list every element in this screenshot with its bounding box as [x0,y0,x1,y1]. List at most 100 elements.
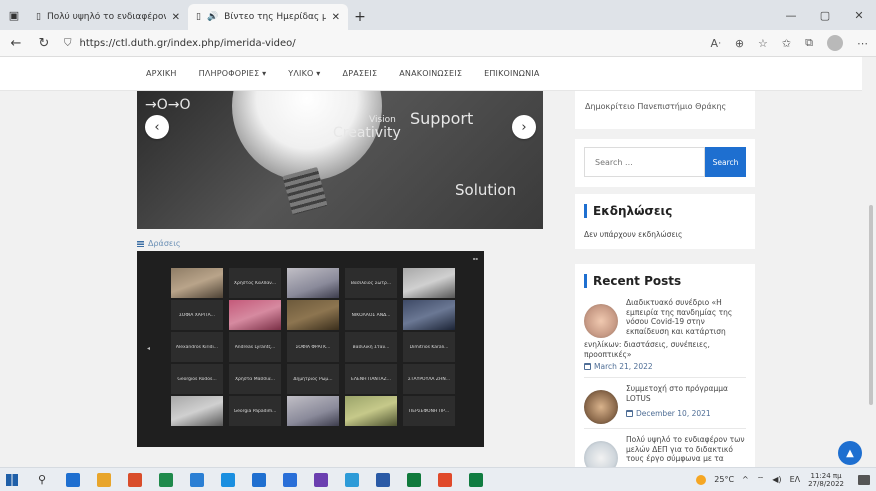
taskbar-app-icon[interactable] [190,472,205,487]
favorites-icon[interactable]: ✩ [782,37,791,50]
tray-overflow-icon[interactable]: ^ [742,475,749,484]
sidebar-search-box: Search [575,129,755,187]
participant-tile: ΠΕΡΣΕΦΟΝΗ ΠΡ... [403,396,455,426]
taskbar-app-icon[interactable] [283,472,298,487]
tab-actions-icon[interactable]: ▣ [0,0,28,30]
browser-tabbar: ▣ ▯ Πολύ υψηλό το ενδιαφέρον τω ✕ ▯ 🔊 Βί… [0,0,876,30]
taskbar-app-icon[interactable] [159,472,174,487]
participant-tile: Georgios Rodos... [171,364,223,394]
list-item[interactable]: Διαδικτυακό συνέδριο «Η εμπειρία της παν… [584,298,746,338]
nav-item-actions[interactable]: ΔΡΑΣΕΙΣ [343,69,378,78]
nav-item-home[interactable]: ΑΡΧΙΚΗ [146,69,177,78]
post-date: December 10, 2021 [626,409,746,418]
maximize-icon[interactable]: ▢ [808,9,842,22]
post-thumbnail[interactable] [584,304,618,338]
weather-icon[interactable] [696,474,707,485]
participant-name: Dimitrios Karali... [409,345,449,350]
notifications-icon[interactable] [858,474,870,485]
nav-item-material[interactable]: ΥΛΙΚΟ ▾ [288,69,320,78]
lock-icon[interactable]: ⛉ [64,38,72,49]
back-icon[interactable]: ← [8,36,24,51]
taskbar-app-icon[interactable] [252,472,267,487]
close-window-icon[interactable]: ✕ [842,9,876,22]
participant-name: ΠΕΡΣΕΦΟΝΗ ΠΡ... [408,409,450,414]
taskbar-app-icon[interactable] [221,472,236,487]
participant-name: Βασίλειος Σωτρ... [350,281,392,286]
video-player[interactable]: ▪▪ ◂ Χρήστος Καλπαν... Βασίλειος Σωτρ... Σ… [137,251,484,447]
participant-tile: Χρήστος Καλπαν... [229,268,281,298]
url-field[interactable]: ⛉ https://ctl.duth.gr/index.php/imerida-… [64,38,698,49]
volume-icon[interactable]: ◀) [772,475,781,484]
zoom-icon[interactable]: ⊕ [735,37,744,50]
list-item[interactable]: Συμμετοχή στο πρόγραμμα LOTUS December 1… [584,384,746,424]
start-icon[interactable] [6,473,18,486]
speaker-icon[interactable]: 🔊 [207,12,218,22]
taskbar-app-icon[interactable] [345,472,360,487]
more-icon[interactable]: ⋯ [857,37,868,50]
clock-date: 27/8/2022 [808,479,844,488]
list-item[interactable]: Πολύ υψηλό το ενδιαφέρον των μελών ΔΕΠ γ… [584,435,746,467]
favorite-add-icon[interactable]: ☆ [758,37,768,50]
clock[interactable]: 11:24 πμ 27/8/2022 [808,472,844,488]
network-icon[interactable]: ⌔ [757,475,765,485]
participant-tile: Dimitrios Karali... [403,332,455,362]
tab-title: Βίντεο της Ημερίδας με θέ [224,12,326,22]
post-thumbnail[interactable] [584,390,618,424]
participant-tile [171,268,223,298]
slider-prev-button[interactable]: ‹ [145,115,169,139]
address-bar: ← ↻ ⛉ https://ctl.duth.gr/index.php/imer… [0,30,876,57]
taskbar-app-icon[interactable] [407,472,422,487]
participant-name: ΣΤΑΥΡΟΥΛΑ ΖΗΝ... [407,377,451,382]
taskbar-app-icon[interactable] [376,472,391,487]
page-scrollbar[interactable] [866,57,876,467]
post-title-link[interactable]: Διαδικτυακό συνέδριο «Η εμπειρία της παν… [626,298,746,338]
divider [584,377,746,378]
university-name: Δημοκρίτειο Πανεπιστήμιο Θράκης [585,102,727,111]
slider-doodle: →O→O [145,97,191,113]
taskbar-apps [66,472,500,487]
participant-name: ΣΟΦΙΑ ΦΡΑΓΚ... [295,345,331,350]
divider [584,428,746,429]
post-title-link[interactable]: ενηλίκων: διαστάσεις, συνέπειες, προοπτι… [584,340,746,359]
close-tab-icon[interactable]: ✕ [172,12,180,23]
nav-item-contact[interactable]: ΕΠΙΚΟΙΝΩΝΙΑ [484,69,539,78]
close-tab-icon[interactable]: ✕ [332,12,340,23]
weather-text[interactable]: 25°C [714,475,734,484]
read-aloud-icon[interactable]: Aᐧ [710,37,720,50]
language-indicator[interactable]: ΕΛ [790,475,801,484]
browser-tab-2[interactable]: ▯ 🔊 Βίντεο της Ημερίδας με θέ ✕ [188,4,348,30]
post-title-link[interactable]: Συμμετοχή στο πρόγραμμα LOTUS [626,384,746,403]
slider-next-button[interactable]: › [512,115,536,139]
participant-name: Georgia Papadim... [233,409,277,414]
taskbar-app-icon[interactable] [314,472,329,487]
reload-icon[interactable]: ↻ [36,36,52,51]
participant-name: ΕΛΕΝΗ ΠΑΝΤΑΖ... [351,377,391,382]
minimize-icon[interactable]: — [774,9,808,22]
post-date: March 21, 2022 [584,362,746,371]
system-tray: 25°C ^ ⌔ ◀) ΕΛ 11:24 πμ 27/8/2022 [696,472,870,488]
participant-tile: Andreas Lyrantζ... [229,332,281,362]
browser-tab-1[interactable]: ▯ Πολύ υψηλό το ενδιαφέρον τω ✕ [28,4,188,30]
video-nav-icon[interactable]: ◂ [147,345,150,352]
new-tab-button[interactable]: + [348,4,372,30]
post-thumbnail[interactable] [584,441,618,467]
scroll-to-top-button[interactable]: ▲ [838,441,862,465]
search-icon[interactable]: ⚲ [38,473,46,486]
profile-avatar[interactable] [827,35,843,51]
taskbar-app-icon[interactable] [438,472,453,487]
participant-tile: Χρήστα Μάσσια... [229,364,281,394]
taskbar-app-icon[interactable] [66,472,81,487]
taskbar-app-icon[interactable] [97,472,112,487]
search-input[interactable] [584,147,705,177]
taskbar-app-icon[interactable] [469,472,484,487]
taskbar-app-icon[interactable] [128,472,143,487]
scrollbar-thumb[interactable] [869,205,873,405]
nav-item-announcements[interactable]: ΑΝΑΚΟΙΝΩΣΕΙΣ [399,69,462,78]
search-button[interactable]: Search [705,147,746,177]
participant-name: Δημήτριος Ρωμ... [293,377,333,382]
post-category[interactable]: Δράσεις [137,239,181,248]
post-title-link[interactable]: Πολύ υψηλό το ενδιαφέρον των μελών ΔΕΠ γ… [626,435,746,467]
nav-item-info[interactable]: ΠΛΗΡΟΦΟΡΙΕΣ ▾ [199,69,267,78]
collections-icon[interactable]: ⧉ [805,36,813,50]
post-date-text: December 10, 2021 [636,409,711,418]
